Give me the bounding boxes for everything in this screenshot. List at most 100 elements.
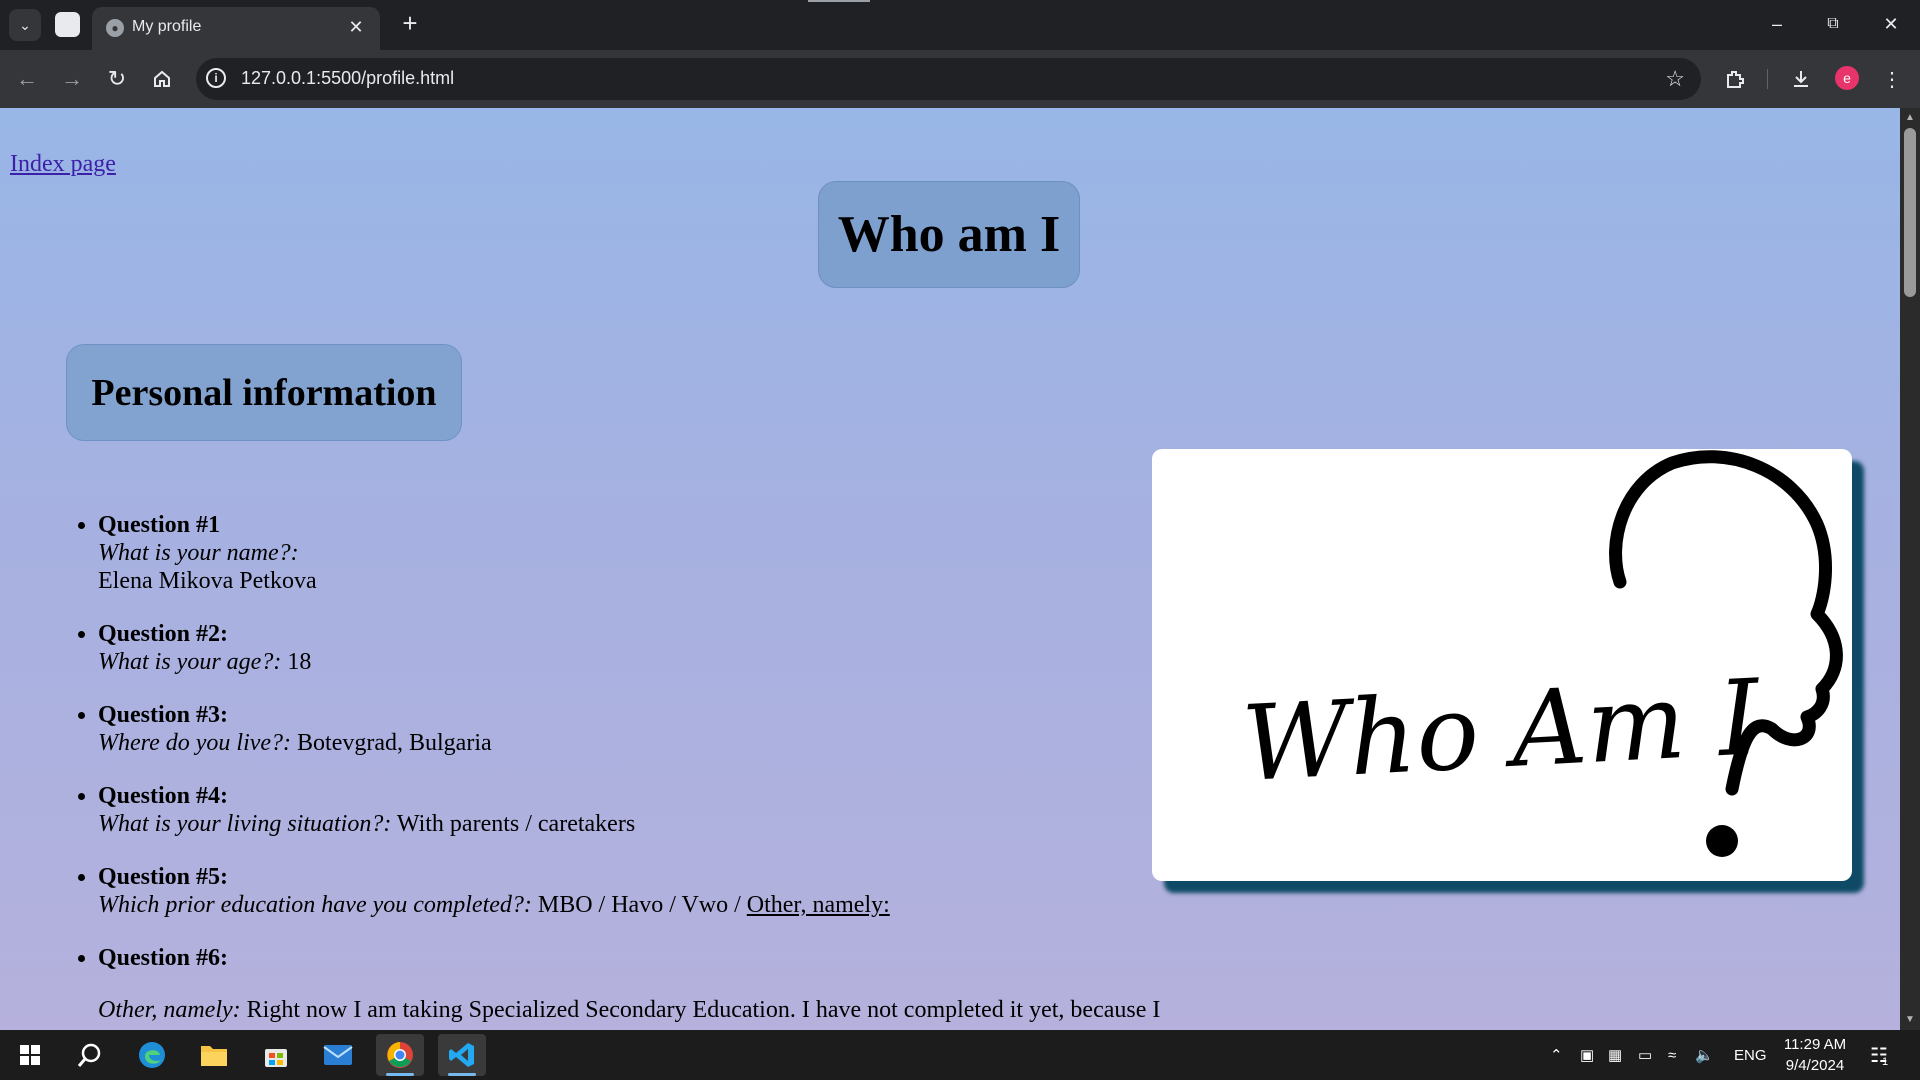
language-indicator[interactable]: ENG xyxy=(1734,1030,1767,1080)
folder-icon xyxy=(201,1046,227,1066)
question-label: Question #5: xyxy=(98,864,229,890)
search-icon xyxy=(77,1043,101,1067)
forward-button[interactable]: → xyxy=(56,63,88,95)
other-answer-line: Other, namely: Right now I am taking Spe… xyxy=(98,996,1160,1024)
battery-icon[interactable]: ▭ xyxy=(1638,1030,1652,1080)
scroll-down-icon[interactable]: ▼ xyxy=(1904,1014,1916,1026)
list-item: Question #2: What is your age?: 18 xyxy=(98,620,1158,676)
home-button[interactable] xyxy=(146,63,178,95)
tab-title: My profile xyxy=(132,18,202,35)
clock-date: 9/4/2024 xyxy=(1785,1057,1845,1074)
site-info-icon[interactable]: i xyxy=(206,68,226,88)
index-page-link[interactable]: Index page xyxy=(10,151,116,178)
windows-logo-icon xyxy=(20,1045,40,1065)
reload-button[interactable]: ↻ xyxy=(101,63,133,95)
taskbar-mail[interactable] xyxy=(314,1034,362,1076)
question-text: What is your living situation?: xyxy=(98,811,392,837)
section-heading-box: Personal information xyxy=(66,344,462,441)
mail-icon xyxy=(323,1045,353,1065)
globe-icon: ● xyxy=(106,19,124,37)
who-am-i-picture: Who Am I xyxy=(1152,449,1852,881)
taskbar-chrome[interactable] xyxy=(376,1034,424,1076)
downloads-button[interactable] xyxy=(1785,63,1817,95)
restore-button[interactable]: ⧉ xyxy=(1810,8,1856,40)
extensions-button[interactable] xyxy=(1719,63,1751,95)
question-label: Question #6: xyxy=(98,945,229,971)
tab-search-button[interactable]: ⌄ xyxy=(9,9,41,41)
answer-text: Right now I am taking Specialized Second… xyxy=(246,997,1161,1023)
list-item: Question #3: Where do you live?: Botevgr… xyxy=(98,701,1158,757)
chrome-icon xyxy=(387,1042,413,1068)
answer-text: Elena Mikova Petkova xyxy=(98,568,317,594)
taskbar-edge[interactable] xyxy=(128,1034,176,1076)
taskbar-vscode[interactable] xyxy=(438,1034,486,1076)
back-button[interactable]: ← xyxy=(11,63,43,95)
taskbar-file-explorer[interactable] xyxy=(190,1034,238,1076)
list-item: Question #4: What is your living situati… xyxy=(98,782,1158,838)
volume-icon[interactable]: 🔈 xyxy=(1695,1030,1714,1080)
taskbar-search-button[interactable] xyxy=(66,1034,114,1076)
answer-text: With parents / caretakers xyxy=(396,811,636,837)
question-head-illustration: Who Am I xyxy=(1239,450,1843,857)
question-label: Question #3: xyxy=(98,702,229,728)
arrow-right-icon: → xyxy=(61,66,83,91)
page-viewport: Index page Who am I Personal information… xyxy=(0,108,1900,1030)
question-text: What is your age?: xyxy=(98,649,282,675)
meet-icon[interactable]: ▣ xyxy=(1580,1030,1594,1080)
puzzle-icon xyxy=(1727,71,1744,88)
screen: ⌄ ● My profile ✕ + – ⧉ ✕ ← → ↻ i 127.0.0… xyxy=(0,0,1920,1080)
store-icon xyxy=(265,1049,287,1067)
drag-indicator xyxy=(808,0,870,2)
show-hidden-icons-button[interactable]: ⌃ xyxy=(1550,1030,1563,1080)
question-text: What is your name?: xyxy=(98,540,299,566)
question-label: Question #1 xyxy=(98,512,221,538)
answer-other-option: Other, namely: xyxy=(746,892,890,918)
tab-close-button[interactable]: ✕ xyxy=(344,15,368,39)
scroll-thumb[interactable] xyxy=(1904,128,1916,297)
questions-list: Question #1 What is your name?: Elena Mi… xyxy=(56,511,1158,997)
home-icon xyxy=(154,70,170,87)
page-scrollbar[interactable]: ▲ ▼ xyxy=(1900,108,1920,1030)
answer-text: MBO / Havo / Vwo / xyxy=(537,892,741,918)
question-label: Question #2: xyxy=(98,621,229,647)
toolbar-divider xyxy=(1767,69,1768,89)
page-title-box: Who am I xyxy=(818,181,1080,288)
question-label: Question #4: xyxy=(98,783,229,809)
bookmark-star-icon[interactable]: ☆ xyxy=(1665,66,1685,92)
notification-button[interactable]: ☷ 1 xyxy=(1870,1030,1888,1080)
url-text[interactable]: 127.0.0.1:5500/profile.html xyxy=(241,68,454,89)
answer-text: Botevgrad, Bulgaria xyxy=(297,730,492,756)
answer-text: 18 xyxy=(287,649,312,675)
taskbar-store[interactable] xyxy=(252,1034,300,1076)
picture-caption: Who Am I xyxy=(1239,656,1764,805)
wifi-icon[interactable]: ≈ xyxy=(1668,1030,1676,1080)
address-bar[interactable]: i 127.0.0.1:5500/profile.html ☆ xyxy=(196,58,1701,100)
section-title: Personal information xyxy=(91,371,437,414)
download-icon xyxy=(1794,71,1808,87)
minimize-button[interactable]: – xyxy=(1754,8,1800,40)
list-item: Question #1 What is your name?: Elena Mi… xyxy=(98,511,1158,595)
arrow-left-icon: ← xyxy=(16,66,38,91)
system-clock[interactable]: 11:29 AM 9/4/2024 xyxy=(1770,1034,1860,1076)
scroll-up-icon[interactable]: ▲ xyxy=(1904,112,1916,124)
new-tab-button[interactable]: + xyxy=(395,8,425,38)
chevron-up-icon: ⌃ xyxy=(1550,1047,1563,1064)
window-close-button[interactable]: ✕ xyxy=(1868,8,1914,40)
browser-menu-button[interactable]: ⋮ xyxy=(1876,63,1908,95)
browser-tabstrip: ⌄ ● My profile ✕ + – ⧉ ✕ xyxy=(0,0,1920,50)
question-text: Where do you live?: xyxy=(98,730,292,756)
page-title: Who am I xyxy=(837,206,1061,263)
start-button[interactable] xyxy=(6,1034,54,1076)
question-text: Other, namely: xyxy=(98,997,241,1023)
profile-avatar[interactable]: e xyxy=(1835,66,1859,90)
windows-taskbar: ⌃ ▣ ▦ ▭ ≈ 🔈 ENG 11:29 AM 9/4/2024 ☷ 1 xyxy=(0,1030,1920,1080)
tab-my-profile[interactable]: ● My profile ✕ xyxy=(92,7,380,50)
browser-workspace-icon[interactable] xyxy=(55,12,80,37)
question-text: Which prior education have you completed… xyxy=(98,892,532,918)
edge-icon xyxy=(139,1042,165,1068)
more-vert-icon: ⋮ xyxy=(1882,68,1902,91)
browser-toolbar: ← → ↻ i 127.0.0.1:5500/profile.html ☆ ⋮ xyxy=(0,50,1920,108)
list-item: Question #6: xyxy=(98,944,1158,972)
tray-app-icon[interactable]: ▦ xyxy=(1608,1030,1622,1080)
clock-time: 11:29 AM xyxy=(1783,1036,1847,1053)
